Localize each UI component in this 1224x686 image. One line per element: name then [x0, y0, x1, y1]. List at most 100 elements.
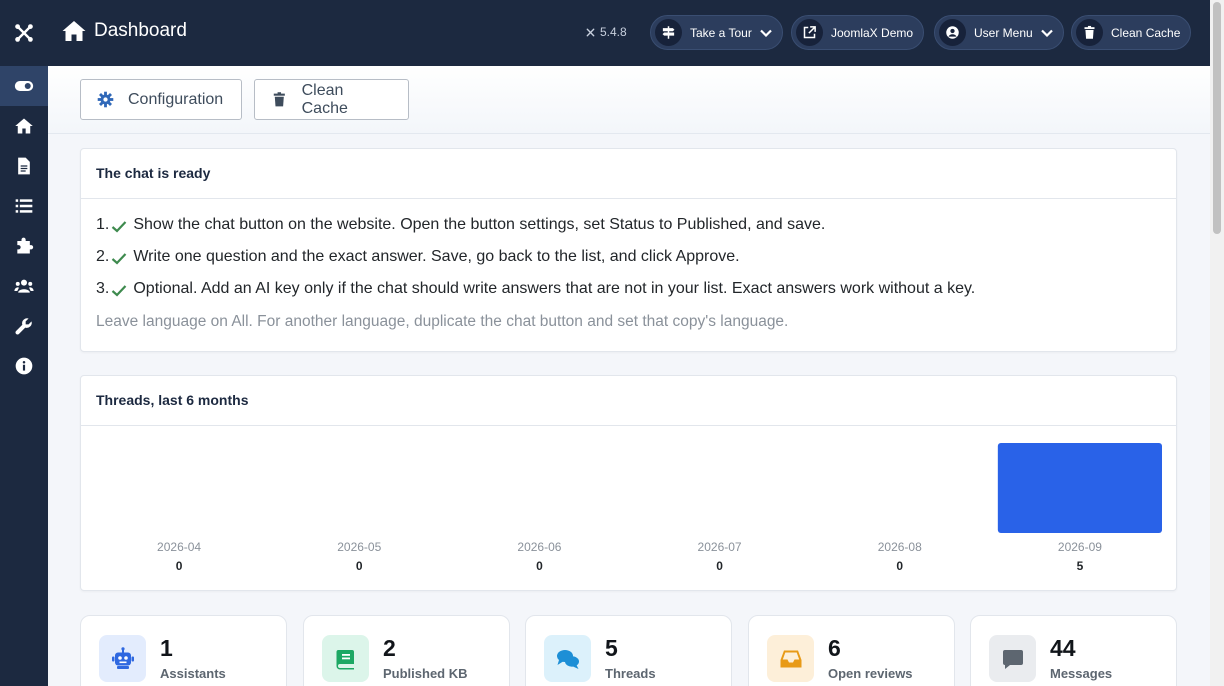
stat-card-assistants[interactable]: 1 Assistants	[80, 615, 287, 686]
puzzle-icon	[17, 237, 34, 254]
stat-value: 6	[828, 635, 841, 661]
stat-value: 1	[160, 635, 173, 661]
comments-icon	[556, 649, 579, 669]
joomla-logo-icon[interactable]	[0, 0, 48, 66]
step-text: Show the chat button on the website. Ope…	[133, 216, 826, 233]
joomlax-demo-label: JoomlaX Demo	[831, 25, 914, 40]
clean-cache-label: Clean Cache	[301, 81, 348, 117]
chart-category-label: 2026-08	[878, 540, 922, 554]
list-icon	[15, 199, 33, 213]
trash-icon	[1084, 25, 1095, 39]
chevron-down-icon	[760, 29, 772, 37]
chart-value-label: 0	[356, 559, 363, 573]
stat-label: Threads	[605, 666, 656, 681]
chat-ready-card: The chat is ready 1. Show the chat butto…	[80, 148, 1177, 352]
scrollbar-thumb[interactable]	[1213, 2, 1221, 234]
user-menu-label: User Menu	[974, 25, 1033, 40]
book-icon	[335, 649, 354, 669]
clean-cache-button[interactable]: Clean Cache	[254, 79, 409, 120]
chevron-down-icon	[1040, 29, 1053, 37]
chart-value-label: 0	[716, 559, 723, 573]
external-link-icon	[803, 26, 816, 39]
stat-icon-box	[767, 635, 814, 682]
stat-icon-box	[99, 635, 146, 682]
threads-chart-card: Threads, last 6 months 2026-04 0 2026-05 0 2…	[80, 375, 1177, 591]
sidebar-item-users[interactable]	[0, 266, 48, 306]
chart-category-label: 2026-09	[1058, 540, 1102, 554]
step-number: 2.	[96, 248, 110, 265]
threads-bar-chart: 2026-04 0 2026-05 0 2026-06 0 2026-07 0 2026-08 0…	[157, 443, 1162, 573]
stat-icon-box	[989, 635, 1036, 682]
setup-step: 2. Write one question and the exact answ…	[96, 248, 1161, 280]
user-menu-button[interactable]: User Menu	[934, 15, 1064, 50]
sidebar-item-system[interactable]	[0, 306, 48, 346]
chart-value-label: 0	[536, 559, 543, 573]
page-scrollbar[interactable]	[1210, 0, 1224, 686]
user-circle-icon	[946, 26, 959, 39]
joomlax-demo-button[interactable]: JoomlaX Demo	[791, 15, 925, 50]
take-a-tour-button[interactable]: Take a Tour	[650, 15, 783, 50]
toolbar: Configuration Clean Cache	[48, 66, 1210, 134]
stat-label: Open reviews	[828, 666, 913, 681]
stat-card-published-kb[interactable]: 2 Published KB	[303, 615, 510, 686]
users-icon	[14, 279, 34, 293]
chat-ready-title: The chat is ready	[81, 149, 1176, 199]
step-text: Write one question and the exact answer.…	[133, 248, 740, 265]
chart-category-label: 2026-05	[337, 540, 381, 554]
home-icon	[62, 21, 86, 41]
stat-value: 44	[1050, 635, 1076, 661]
info-icon	[15, 357, 33, 375]
check-icon	[112, 285, 127, 297]
chart-value-label: 0	[176, 559, 183, 573]
message-icon	[1002, 649, 1023, 669]
setup-step: 3. Optional. Add an AI key only if the c…	[96, 280, 1161, 312]
chart-category-label: 2026-04	[157, 540, 201, 554]
language-note: Leave language on All. For another langu…	[96, 313, 789, 330]
home-icon	[15, 118, 33, 134]
inbox-icon	[780, 650, 801, 667]
sidebar	[0, 0, 48, 686]
stat-card-messages[interactable]: 44 Messages	[970, 615, 1177, 686]
stat-icon-box	[322, 635, 369, 682]
sidebar-item-menus[interactable]	[0, 186, 48, 226]
chart-category-label: 2026-06	[517, 540, 561, 554]
wrench-icon	[15, 318, 32, 335]
header: Dashboard 5.4.8 Take a Tour JoomlaX Demo…	[48, 0, 1210, 66]
chart-value-label: 5	[1077, 559, 1084, 573]
joomla-icon	[586, 28, 595, 36]
configuration-button[interactable]: Configuration	[80, 79, 242, 120]
take-a-tour-label: Take a Tour	[690, 25, 752, 40]
document-icon	[18, 157, 30, 175]
trash-icon	[273, 92, 285, 107]
chart-bar-2026-09	[997, 443, 1162, 533]
sidebar-item-help[interactable]	[0, 346, 48, 386]
setup-step: 1. Show the chat button on the website. …	[96, 216, 1161, 248]
chart-category-label: 2026-07	[698, 540, 742, 554]
header-clean-cache-button[interactable]: Clean Cache	[1071, 15, 1192, 50]
stat-card-open-reviews[interactable]: 6 Open reviews	[748, 615, 955, 686]
threads-chart: 2026-04 0 2026-05 0 2026-06 0 2026-07 0 2026-08 0…	[81, 426, 1178, 590]
toggle-icon	[14, 81, 34, 91]
setup-steps: 1. Show the chat button on the website. …	[81, 199, 1176, 331]
sidebar-item-extensions[interactable]	[0, 226, 48, 266]
step-text: Optional. Add an AI key only if the chat…	[133, 280, 976, 297]
check-icon	[112, 253, 127, 265]
stat-label: Assistants	[160, 666, 226, 681]
stat-value: 2	[383, 635, 396, 661]
header-clean-cache-label: Clean Cache	[1111, 25, 1181, 40]
stat-value: 5	[605, 635, 618, 661]
sidebar-item-home[interactable]	[0, 106, 48, 146]
stat-icon-box	[544, 635, 591, 682]
robot-icon	[111, 646, 134, 669]
signpost-icon	[662, 26, 675, 39]
version-label: 5.4.8	[585, 25, 627, 39]
sidebar-item-content[interactable]	[0, 146, 48, 186]
stat-card-threads[interactable]: 5 Threads	[525, 615, 732, 686]
page-title: Dashboard	[62, 20, 187, 42]
sidebar-toggle[interactable]	[0, 66, 48, 106]
threads-chart-title: Threads, last 6 months	[81, 376, 1176, 426]
stat-label: Published KB	[383, 666, 468, 681]
stat-label: Messages	[1050, 666, 1113, 681]
configuration-label: Configuration	[128, 90, 224, 108]
version-text: 5.4.8	[600, 25, 627, 39]
